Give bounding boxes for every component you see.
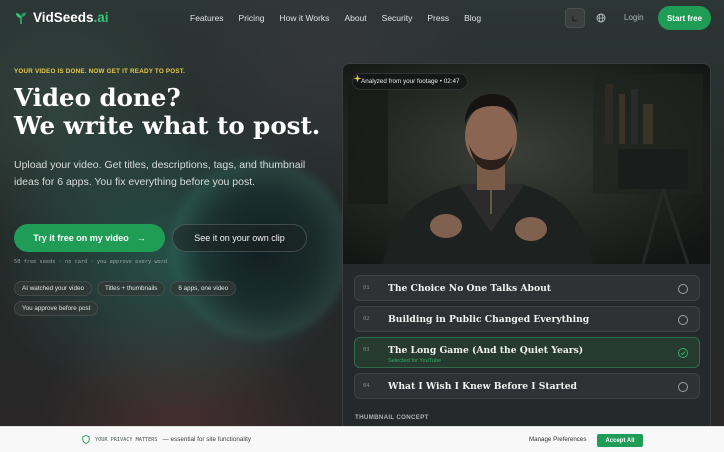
privacy-tag: YOUR PRIVACY MATTERS [95, 436, 158, 443]
nav-link-blog[interactable]: Blog [464, 13, 481, 23]
title-number: 03 [363, 347, 370, 353]
manage-preferences-button[interactable]: Manage Preferences [529, 436, 586, 443]
arrow-right-icon: → [136, 233, 146, 243]
radio-icon[interactable] [678, 382, 688, 392]
title-text: The Long Game (And the Quiet Years) [388, 345, 584, 356]
video-frame-illustration [343, 64, 710, 264]
selected-platform-label: Selected for YouTube [388, 358, 442, 364]
logo-text: VidSeeds.ai [33, 10, 109, 25]
headline-line-2: We write what to post. [14, 111, 321, 140]
top-nav: VidSeeds.ai Features Pricing How it Work… [0, 0, 724, 36]
title-text: Building in Public Changed Everything [388, 314, 590, 325]
cookie-banner: YOUR PRIVACY MATTERS — essential for sit… [0, 426, 724, 452]
chip-ai-watched: AI watched your video [14, 281, 92, 296]
title-number: 02 [363, 316, 370, 322]
radio-icon[interactable] [678, 284, 688, 294]
chip-titles-thumbnails: Titles + thumbnails [96, 281, 166, 296]
title-number: 01 [363, 285, 370, 291]
nav-links: Features Pricing How it Works About Secu… [190, 13, 481, 23]
hero-subtext: Upload your video. Get titles, descripti… [14, 159, 306, 188]
thumbnail-concept-label: THUMBNAIL CONCEPT [355, 414, 429, 421]
analyzed-text: Analyzed from your footage • 02:47 [361, 78, 460, 85]
globe-icon [596, 13, 606, 23]
hero-eyebrow: YOUR VIDEO IS DONE. NOW GET IT READY TO … [14, 68, 186, 75]
try-free-button[interactable]: Try it free on my video → [14, 224, 165, 252]
nav-link-about[interactable]: About [344, 13, 366, 23]
title-option-02[interactable]: 02 Building in Public Changed Everything [354, 306, 700, 332]
video-preview[interactable]: Analyzed from your footage • 02:47 [343, 64, 710, 264]
nav-link-security[interactable]: Security [382, 13, 413, 23]
accept-all-button[interactable]: Accept All [597, 434, 643, 447]
theme-toggle-button[interactable] [565, 8, 585, 28]
start-free-button[interactable]: Start free [658, 6, 711, 30]
language-button[interactable] [591, 8, 611, 28]
demo-panel: Analyzed from your footage • 02:47 01 Th… [342, 63, 711, 433]
title-option-04[interactable]: 04 What I Wish I Knew Before I Started [354, 373, 700, 399]
logo[interactable]: VidSeeds.ai [14, 10, 109, 25]
title-option-01[interactable]: 01 The Choice No One Talks About [354, 275, 700, 301]
nav-link-press[interactable]: Press [427, 13, 449, 23]
feature-chips: AI watched your video Titles + thumbnail… [14, 281, 274, 316]
privacy-text: — essential for site functionality [162, 436, 252, 443]
radio-icon[interactable] [678, 315, 688, 325]
shield-icon [82, 435, 90, 444]
headline-line-1: Video done? [14, 83, 181, 112]
nav-link-features[interactable]: Features [190, 13, 224, 23]
radio-icon[interactable] [678, 348, 688, 358]
cookie-message: YOUR PRIVACY MATTERS — essential for sit… [82, 435, 251, 444]
analyzed-badge: Analyzed from your footage • 02:47 [352, 73, 469, 90]
check-icon [680, 351, 686, 356]
title-text: What I Wish I Knew Before I Started [388, 381, 577, 392]
title-option-03[interactable]: 03 The Long Game (And the Quiet Years) S… [354, 337, 700, 368]
title-options-list: 01 The Choice No One Talks About 02 Buil… [354, 275, 700, 404]
seed-logo-icon [16, 12, 26, 24]
nav-link-pricing[interactable]: Pricing [239, 13, 265, 23]
chip-you-approve: You approve before post [14, 301, 99, 316]
title-number: 04 [363, 383, 370, 389]
login-link[interactable]: Login [624, 13, 644, 22]
moon-icon [571, 14, 578, 22]
hero-fineprint: 50 free seeds · no card · you approve ev… [14, 259, 168, 265]
hero-headline: Video done? We write what to post. [14, 84, 334, 140]
chip-six-apps: 6 apps, one video [170, 281, 237, 296]
nav-link-how-it-works[interactable]: How it Works [280, 13, 330, 23]
try-free-label: Try it free on my video [33, 233, 129, 243]
see-own-clip-button[interactable]: See it on your own clip [172, 224, 307, 252]
sparkle-icon [353, 74, 362, 83]
title-text: The Choice No One Talks About [388, 283, 552, 294]
